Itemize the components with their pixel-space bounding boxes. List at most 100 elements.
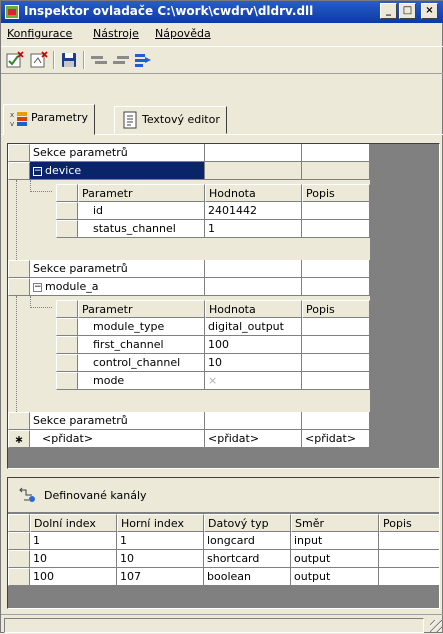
col-header-popis[interactable]: Popis: [302, 300, 370, 318]
param-name-cell[interactable]: module_type: [78, 318, 205, 336]
maximize-button[interactable]: □: [399, 3, 416, 19]
col-header-hodnota[interactable]: Hodnota: [205, 184, 302, 202]
add-value-cell[interactable]: <přidat>: [205, 430, 302, 448]
col-header-smer[interactable]: Směr: [291, 514, 379, 532]
param-name-cell[interactable]: first_channel: [78, 336, 205, 354]
add-desc-cell[interactable]: <přidat>: [302, 430, 370, 448]
row-header[interactable]: [56, 354, 78, 372]
app-icon[interactable]: [5, 5, 19, 19]
grid-cell[interactable]: [302, 412, 370, 430]
channel-cell[interactable]: input: [291, 532, 379, 550]
close-button[interactable]: ×: [421, 3, 438, 19]
row-header[interactable]: [8, 162, 30, 180]
section-label-cell[interactable]: Sekce parametrů: [30, 144, 205, 162]
param-value-cell[interactable]: 100: [205, 336, 302, 354]
param-name-cell[interactable]: mode: [78, 372, 205, 390]
section-label-cell[interactable]: Sekce parametrů: [30, 260, 205, 278]
row-header[interactable]: [56, 336, 78, 354]
add-section-cell[interactable]: <přidat>: [30, 430, 205, 448]
row-header[interactable]: [8, 260, 30, 278]
param-value-cell[interactable]: 2401442: [205, 202, 302, 220]
channel-cell[interactable]: [379, 568, 439, 586]
channel-cell[interactable]: [379, 532, 439, 550]
col-header-popis[interactable]: Popis: [302, 184, 370, 202]
param-desc-cell[interactable]: [302, 336, 370, 354]
grid-cell[interactable]: [302, 260, 370, 278]
move-right-icon[interactable]: [111, 50, 131, 70]
param-name-cell[interactable]: id: [78, 202, 205, 220]
row-header[interactable]: [56, 318, 78, 336]
grid-cell[interactable]: [205, 260, 302, 278]
col-header-popis[interactable]: Popis: [379, 514, 439, 532]
menu-konfigurace[interactable]: Konfigurace: [7, 27, 72, 40]
menu-nastroje[interactable]: Nástroje: [93, 27, 139, 40]
grid-cell[interactable]: [302, 162, 370, 180]
channels-pane: Definované kanály Dolní index Horní inde…: [7, 477, 440, 609]
param-desc-cell[interactable]: [302, 318, 370, 336]
parameter-grid[interactable]: Sekce parametrů − device Parametr Hodnota…: [7, 143, 440, 469]
param-desc-cell[interactable]: [302, 354, 370, 372]
col-header-dolni-index[interactable]: Dolní index: [30, 514, 117, 532]
section-label-cell[interactable]: Sekce parametrů: [30, 412, 205, 430]
menu-napoveda[interactable]: Nápověda: [155, 27, 211, 40]
param-name-cell[interactable]: status_channel: [78, 220, 205, 238]
channel-cell[interactable]: 100: [30, 568, 117, 586]
row-header: [56, 300, 78, 318]
row-header[interactable]: [56, 202, 78, 220]
row-header[interactable]: [56, 220, 78, 238]
row-header[interactable]: [8, 568, 30, 586]
channel-cell[interactable]: 10: [117, 550, 204, 568]
section-name-cell-module-a[interactable]: − module_a: [30, 278, 205, 296]
section-name-cell-device[interactable]: − device: [30, 162, 205, 180]
row-header[interactable]: [8, 532, 30, 550]
row-header[interactable]: [8, 144, 30, 162]
check-cross-icon[interactable]: [5, 50, 25, 70]
channel-cell[interactable]: output: [291, 568, 379, 586]
arrow-right-icon[interactable]: [133, 50, 153, 70]
channel-cell[interactable]: shortcard: [204, 550, 291, 568]
col-header-parametr[interactable]: Parametr: [78, 300, 205, 318]
move-left-icon[interactable]: [89, 50, 109, 70]
channel-cell[interactable]: longcard: [204, 532, 291, 550]
grid-cell[interactable]: [302, 144, 370, 162]
collapse-icon[interactable]: −: [33, 166, 42, 176]
row-header[interactable]: [56, 372, 78, 390]
document-cross-icon[interactable]: [29, 50, 49, 70]
param-value-cell[interactable]: 10: [205, 354, 302, 372]
col-header-horni-index[interactable]: Horní index: [117, 514, 204, 532]
row-header[interactable]: [8, 550, 30, 568]
col-header-hodnota[interactable]: Hodnota: [205, 300, 302, 318]
col-header-parametr[interactable]: Parametr: [78, 184, 205, 202]
param-desc-cell[interactable]: [302, 220, 370, 238]
minimize-button[interactable]: _: [380, 3, 397, 19]
col-header-datovy-typ[interactable]: Datový typ: [204, 514, 291, 532]
param-name-cell[interactable]: control_channel: [78, 354, 205, 372]
grid-cell[interactable]: [205, 412, 302, 430]
resize-grip-icon[interactable]: [430, 620, 442, 632]
param-value-cell[interactable]: digital_output: [205, 318, 302, 336]
channel-cell[interactable]: output: [291, 550, 379, 568]
channel-cell[interactable]: 1: [117, 532, 204, 550]
channel-cell[interactable]: 107: [117, 568, 204, 586]
grid-cell[interactable]: [205, 278, 302, 296]
channel-cell[interactable]: 10: [30, 550, 117, 568]
channel-cell[interactable]: boolean: [204, 568, 291, 586]
tab-parametry[interactable]: xv Parametry: [3, 104, 95, 135]
param-value-cell[interactable]: ×: [205, 372, 302, 390]
channel-cell[interactable]: 1: [30, 532, 117, 550]
grid-cell[interactable]: [302, 278, 370, 296]
param-value-cell[interactable]: 1: [205, 220, 302, 238]
grid-cell[interactable]: [205, 144, 302, 162]
channel-cell[interactable]: [379, 550, 439, 568]
collapse-icon[interactable]: −: [33, 282, 42, 292]
row-header[interactable]: [8, 412, 30, 430]
menu-nastroje-label: Nástroje: [93, 27, 139, 40]
tab-textovy-editor[interactable]: Textový editor: [114, 106, 227, 134]
param-desc-cell[interactable]: [302, 372, 370, 390]
row-header[interactable]: [8, 278, 30, 296]
param-desc-cell[interactable]: [302, 202, 370, 220]
save-icon[interactable]: [59, 50, 79, 70]
grid-cell[interactable]: [205, 162, 302, 180]
new-row-marker[interactable]: ∗: [8, 430, 30, 448]
title-bar[interactable]: Inspektor ovladače C:\work\cwdrv\dldrv.d…: [1, 1, 443, 23]
